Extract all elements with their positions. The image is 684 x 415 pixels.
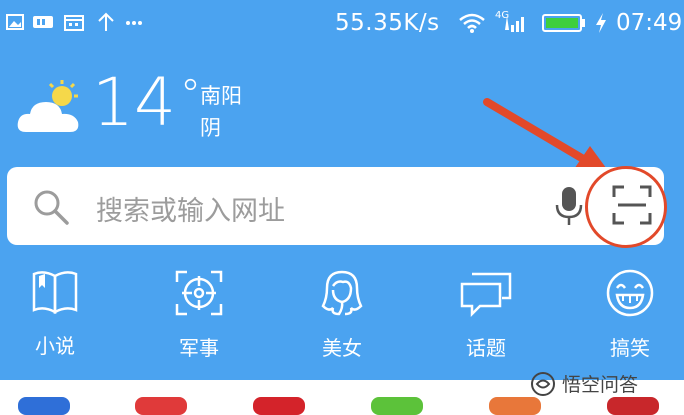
category-funny[interactable]: 搞笑 [590, 268, 670, 361]
app-tile[interactable] [18, 397, 70, 415]
app-tile[interactable] [371, 397, 423, 415]
app-tile[interactable] [489, 397, 541, 415]
app-tile[interactable] [253, 397, 305, 415]
category-novel[interactable]: 小说 [15, 268, 95, 359]
category-label: 话题 [466, 336, 506, 360]
crosshair-icon [175, 270, 223, 316]
book-icon [32, 271, 78, 315]
category-label: 军事 [179, 336, 219, 360]
search-bar[interactable]: 搜索或输入网址 [7, 167, 664, 245]
category-label: 搞笑 [610, 336, 650, 360]
woman-icon [321, 270, 363, 316]
app-tile[interactable] [135, 397, 187, 415]
mic-icon[interactable] [554, 185, 584, 227]
chat-icon [460, 272, 512, 318]
category-label: 美女 [322, 336, 362, 360]
category-military[interactable]: 军事 [159, 268, 239, 361]
watermark: 悟空问答 [530, 370, 638, 397]
category-label: 小说 [35, 334, 75, 358]
search-icon [34, 190, 69, 225]
watermark-text: 悟空问答 [562, 374, 639, 396]
category-beauty[interactable]: 美女 [302, 268, 382, 361]
category-topic[interactable]: 话题 [446, 268, 526, 361]
laugh-icon [606, 269, 654, 317]
scan-highlight-ring [585, 166, 667, 248]
search-input[interactable]: 搜索或输入网址 [96, 189, 285, 228]
app-tile[interactable] [607, 397, 659, 415]
wukong-logo-icon [531, 371, 555, 396]
